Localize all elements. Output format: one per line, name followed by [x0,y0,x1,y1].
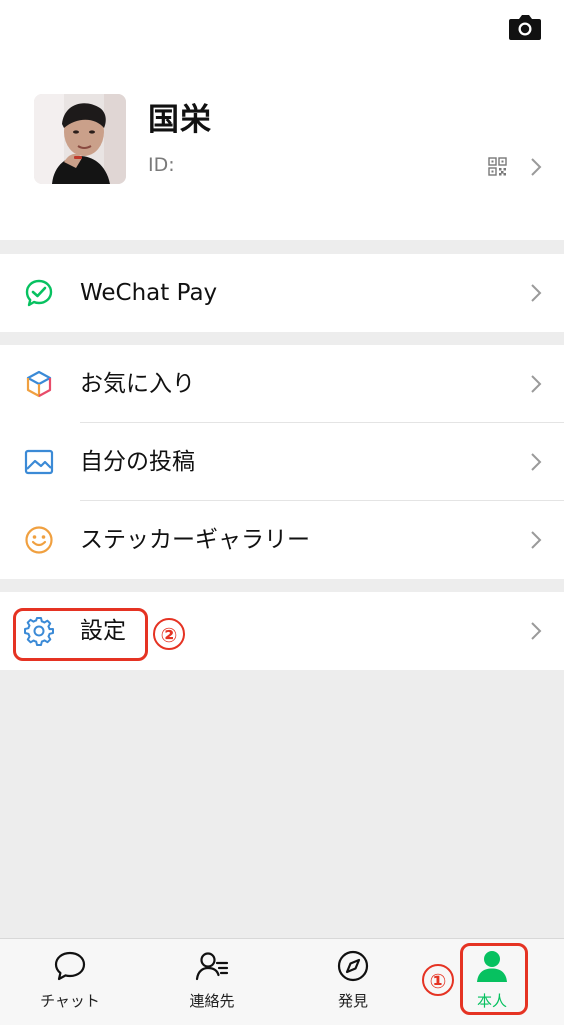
tab-chats[interactable]: チャット [15,939,125,1025]
features-group: お気に入り 自分の投稿 ステッカーギャラリー [0,345,564,579]
profile-name: 国栄 [148,102,212,138]
tab-contacts[interactable]: 連絡先 [157,939,267,1025]
tab-discover[interactable]: 発見 [298,939,408,1025]
menu-label-sticker-gallery: ステッカーギャラリー [80,527,310,553]
contacts-icon [195,952,229,981]
step-2-marker: ② [153,618,185,650]
tab-label-contacts: 連絡先 [189,992,235,1010]
menu-label-my-posts: 自分の投稿 [80,449,195,475]
compass-icon [337,950,369,982]
avatar[interactable] [34,94,126,184]
menu-item-favorites[interactable]: お気に入り [0,345,564,423]
settings-highlight-box [13,608,148,661]
tab-label-discover: 発見 [337,992,368,1010]
image-icon [24,449,54,475]
chat-bubble-icon [54,951,86,981]
chevron-right-icon [531,622,542,640]
tab-label-chats: チャット [40,992,100,1010]
menu-item-my-posts[interactable]: 自分の投稿 [0,423,564,501]
step-1-marker: ① [422,964,454,996]
chevron-right-icon [531,531,542,549]
smiley-icon [25,526,53,554]
pay-group: WeChat Pay [0,254,564,332]
chevron-right-icon [531,284,542,302]
cube-icon [26,370,52,398]
qr-code-icon[interactable] [488,157,507,176]
menu-item-wechat-pay[interactable]: WeChat Pay [0,254,564,332]
profile-id-label: ID: [148,154,175,176]
chevron-right-icon [531,453,542,471]
chevron-right-icon [531,375,542,393]
menu-label-favorites: お気に入り [80,371,195,397]
wechat-pay-icon [25,279,53,307]
camera-icon[interactable] [508,12,542,42]
profile-header[interactable]: 国栄 ID: [0,0,564,240]
menu-item-sticker-gallery[interactable]: ステッカーギャラリー [0,501,564,579]
me-tab-highlight-box [460,943,528,1015]
chevron-right-icon [531,158,542,176]
menu-label-wechat-pay: WeChat Pay [80,280,218,306]
